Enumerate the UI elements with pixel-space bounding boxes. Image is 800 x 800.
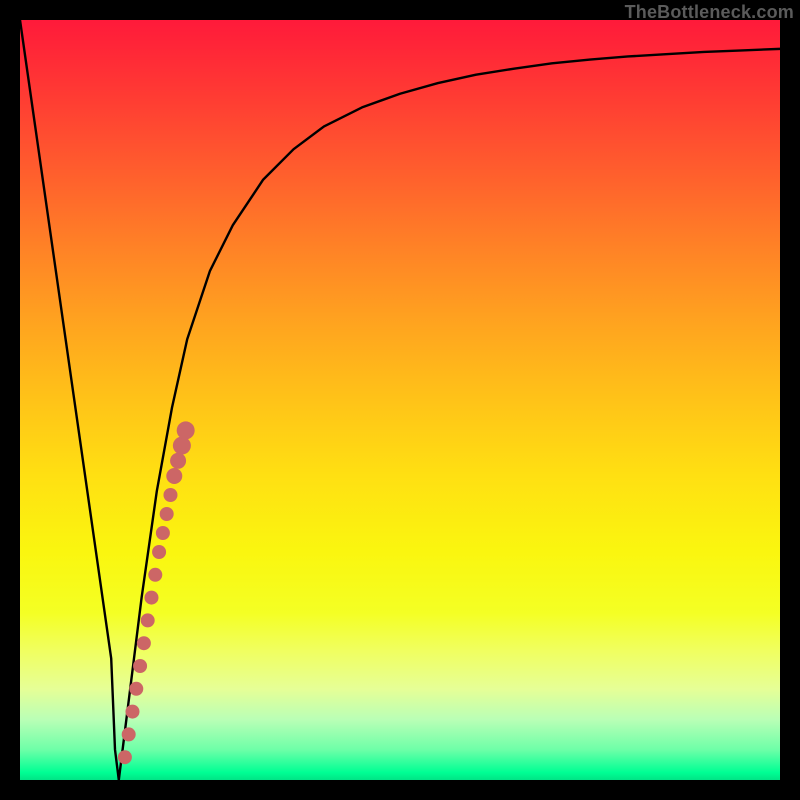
highlight-dot [148, 568, 162, 582]
chart-container: TheBottleneck.com [0, 0, 800, 800]
highlight-dot [177, 421, 195, 439]
highlight-dot [160, 507, 174, 521]
highlight-dot [156, 526, 170, 540]
highlight-dot [137, 636, 151, 650]
highlight-dot [118, 750, 132, 764]
highlight-dot [173, 437, 191, 455]
plot-area [20, 20, 780, 780]
highlight-dots [118, 421, 195, 764]
highlight-dot [125, 705, 139, 719]
highlight-dot [141, 613, 155, 627]
highlight-dot [152, 545, 166, 559]
highlight-dot [163, 488, 177, 502]
highlight-dot [166, 468, 182, 484]
chart-overlay [20, 20, 780, 780]
highlight-dot [144, 591, 158, 605]
highlight-dot [122, 727, 136, 741]
highlight-dot [129, 682, 143, 696]
highlight-dot [170, 453, 186, 469]
highlight-dot [133, 659, 147, 673]
